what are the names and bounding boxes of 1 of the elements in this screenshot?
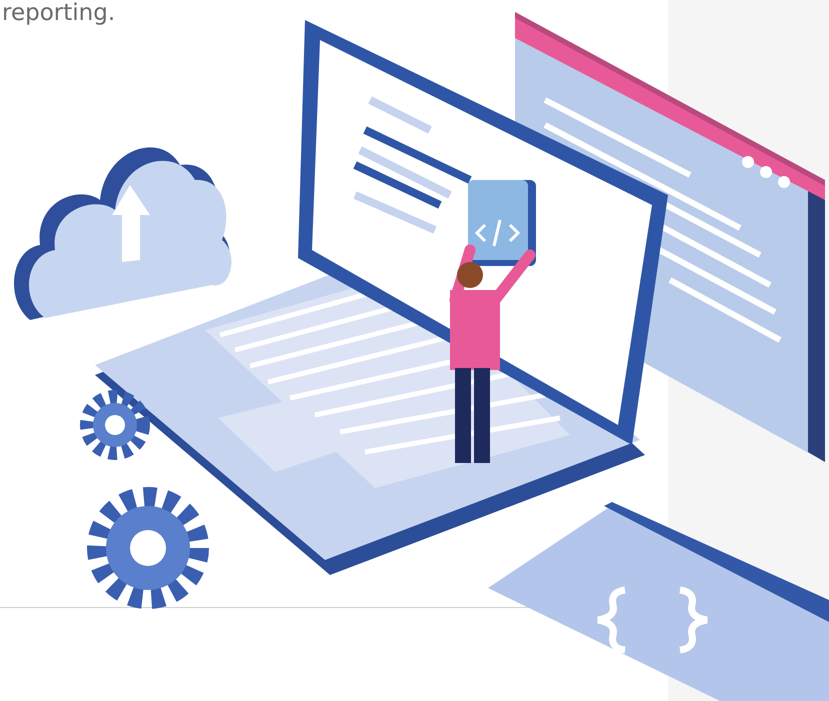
intro-text: reporting. [1, 0, 116, 28]
